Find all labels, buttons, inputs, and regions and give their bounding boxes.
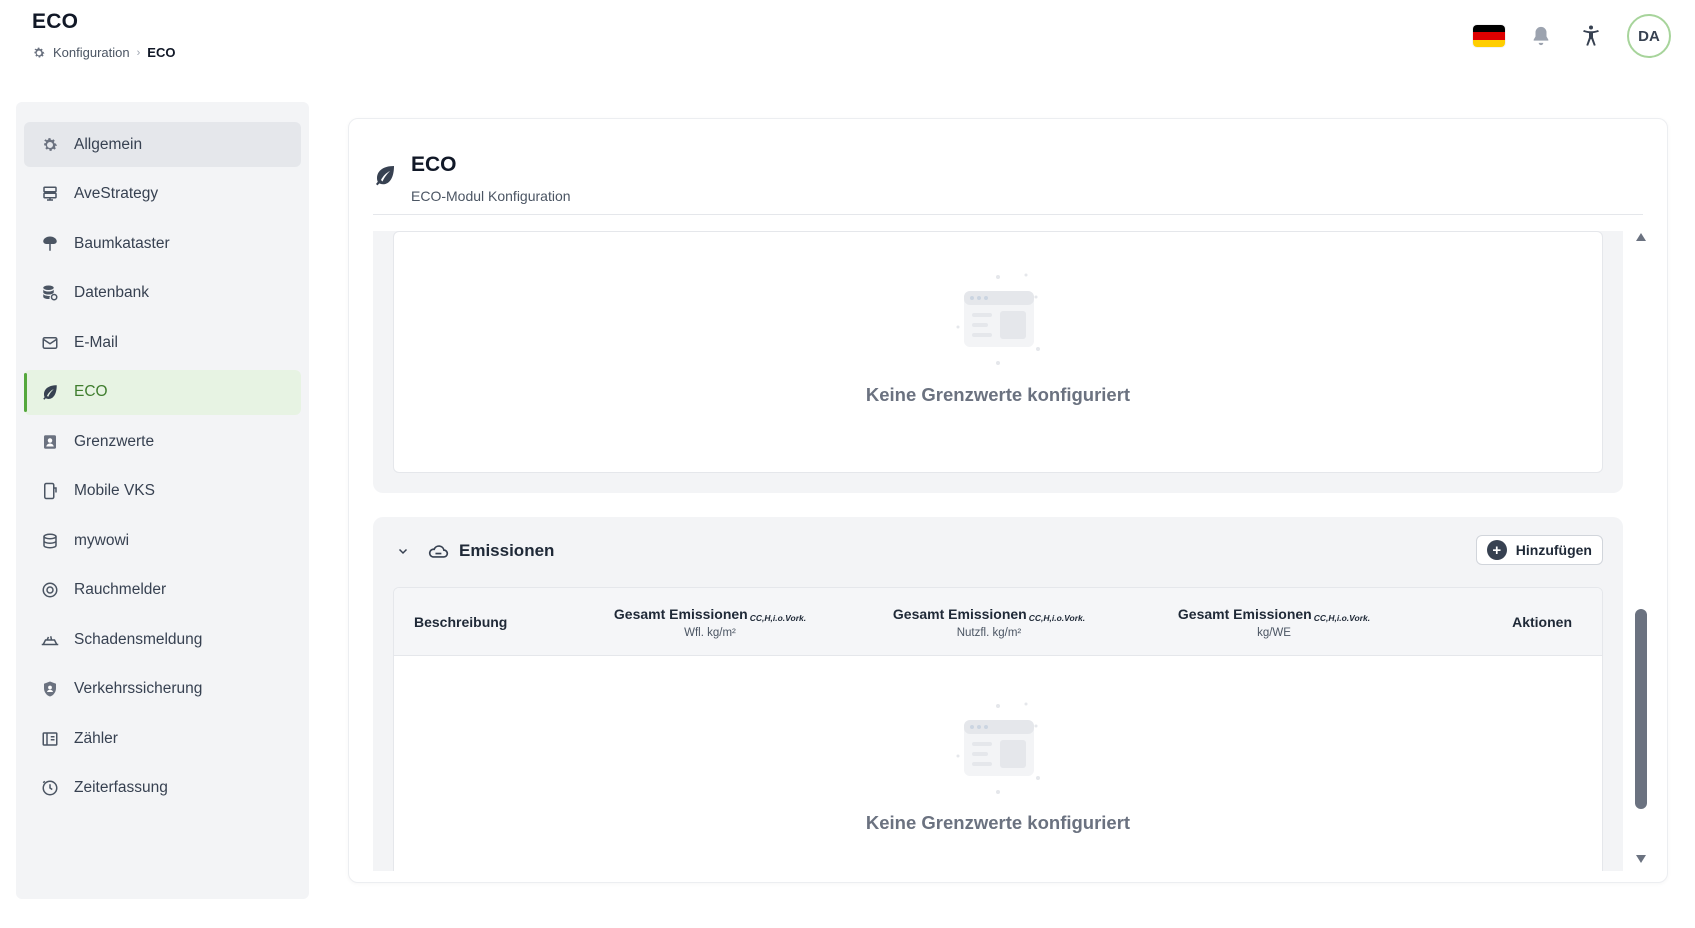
column-header-emissionen-nutzfl[interactable]: Gesamt Emissionen CC,H,i.o.Vork. Nutzfl. … (893, 588, 1085, 656)
content-scroll-area[interactable]: Keine Grenzwerte konfiguriert Emissionen… (373, 231, 1645, 871)
sidebar-item-label: Rauchmelder (74, 581, 167, 598)
avatar[interactable]: DA (1627, 14, 1671, 58)
sidebar-item-zeiterfassung[interactable]: Zeiterfassung (24, 766, 301, 811)
eco-config-card: ECO ECO-Modul Konfiguration Keine Grenzw… (348, 118, 1668, 883)
clock-icon (40, 778, 60, 798)
cloud-icon (427, 539, 451, 563)
emissions-table: Beschreibung Gesamt Emissionen CC,H,i.o.V… (393, 587, 1603, 871)
sidebar-item-datenbank[interactable]: Datenbank (24, 271, 301, 316)
server-icon (40, 184, 60, 204)
gear-icon (32, 46, 46, 60)
card-header: ECO ECO-Modul Konfiguration (373, 143, 1643, 215)
mail-icon (40, 333, 60, 353)
sidebar-item-zaehler[interactable]: Zähler (24, 716, 301, 761)
header-actions: DA (1473, 14, 1671, 58)
stack-icon (40, 531, 60, 551)
emissionen-section: Emissionen + Hinzufügen Beschreibung Ges… (373, 517, 1623, 871)
empty-state: Keine Grenzwerte konfiguriert (393, 231, 1603, 473)
scroll-down-icon[interactable] (1635, 853, 1647, 865)
column-header-emissionen-wfl[interactable]: Gesamt Emissionen CC,H,i.o.Vork. Wfl. kg/… (614, 588, 806, 656)
grenzwerte-section: Keine Grenzwerte konfiguriert (373, 231, 1623, 493)
sidebar-item-email[interactable]: E-Mail (24, 320, 301, 365)
chevron-down-icon[interactable] (393, 541, 413, 561)
sidebar-item-grenzwerte[interactable]: Grenzwerte (24, 419, 301, 464)
database-icon (40, 283, 60, 303)
breadcrumb-parent[interactable]: Konfiguration (53, 45, 130, 60)
sidebar-item-label: Grenzwerte (74, 432, 155, 450)
empty-state-text: Keine Grenzwerte konfiguriert (865, 384, 1131, 405)
section-title: Emissionen (459, 541, 555, 560)
section-header: Emissionen + Hinzufügen (393, 533, 1603, 569)
sidebar-item-schadensmeldung[interactable]: Schadensmeldung (24, 617, 301, 662)
column-header-aktionen: Aktionen (1512, 614, 1572, 630)
sidebar-item-label: Baumkataster (74, 234, 170, 252)
leaf-icon (40, 382, 60, 402)
empty-state-text: Keine Grenzwerte konfiguriert (865, 812, 1131, 833)
sidebar-item-avestrategy[interactable]: AveStrategy (24, 172, 301, 217)
sidebar-item-eco[interactable]: ECO (24, 369, 301, 415)
empty-window-icon (948, 696, 1048, 796)
plus-icon: + (1486, 540, 1507, 560)
sidebar-item-rauchmelder[interactable]: Rauchmelder (24, 568, 301, 613)
breadcrumb: Konfiguration › ECO (32, 45, 175, 60)
meter-icon (40, 729, 60, 749)
damage-icon (40, 630, 60, 650)
gear-icon (40, 135, 60, 155)
sidebar-item-label: mywowi (74, 531, 130, 549)
sidebar-item-label: Zähler (74, 729, 118, 747)
table-header: Beschreibung Gesamt Emissionen CC,H,i.o.V… (394, 588, 1602, 656)
mobile-icon (40, 481, 60, 501)
sidebar-item-label: E-Mail (74, 333, 118, 351)
sidebar-item-allgemein[interactable]: Allgemein (24, 122, 301, 167)
card-title: ECO (411, 153, 457, 176)
sidebar-item-label: Schadensmeldung (74, 630, 203, 648)
column-header-beschreibung[interactable]: Beschreibung (414, 588, 507, 656)
sidebar-item-label: AveStrategy (74, 185, 159, 202)
sidebar-item-label: Verkehrssicherung (74, 680, 203, 697)
language-flag-icon[interactable] (1473, 25, 1505, 47)
column-header-emissionen-we[interactable]: Gesamt Emissionen CC,H,i.o.Vork. kg/WE (1178, 588, 1370, 656)
badge-icon (40, 432, 60, 452)
add-button-label: Hinzufügen (1515, 542, 1592, 558)
breadcrumb-separator: › (136, 46, 141, 59)
leaf-icon (373, 163, 399, 189)
sidebar-item-mywowi[interactable]: mywowi (24, 518, 301, 563)
sidebar-item-label: Zeiterfassung (74, 779, 168, 796)
bell-icon[interactable] (1527, 22, 1555, 50)
sidebar-item-label: ECO (74, 383, 108, 400)
sidebar-item-label: Mobile VKS (74, 482, 155, 499)
smoke-detector-icon (40, 580, 60, 600)
scrollbar-thumb[interactable] (1635, 609, 1647, 809)
sidebar-item-label: Datenbank (74, 284, 149, 301)
breadcrumb-current: ECO (147, 45, 176, 60)
scroll-up-icon[interactable] (1635, 231, 1647, 243)
sidebar: Allgemein AveStrategy Baumkataster Daten… (16, 102, 309, 899)
sidebar-item-baumkataster[interactable]: Baumkataster (24, 221, 301, 266)
accessibility-icon[interactable] (1577, 22, 1605, 50)
sidebar-item-verkehrssicherung[interactable]: Verkehrssicherung (24, 667, 301, 712)
sidebar-item-mobile-vks[interactable]: Mobile VKS (24, 469, 301, 514)
sidebar-item-label: Allgemein (74, 135, 143, 153)
add-button[interactable]: + Hinzufügen (1475, 535, 1603, 565)
card-subtitle: ECO-Modul Konfiguration (411, 188, 571, 204)
empty-window-icon (948, 267, 1048, 367)
tree-icon (40, 234, 60, 254)
shield-icon (40, 679, 60, 699)
page-title: ECO (32, 10, 79, 33)
